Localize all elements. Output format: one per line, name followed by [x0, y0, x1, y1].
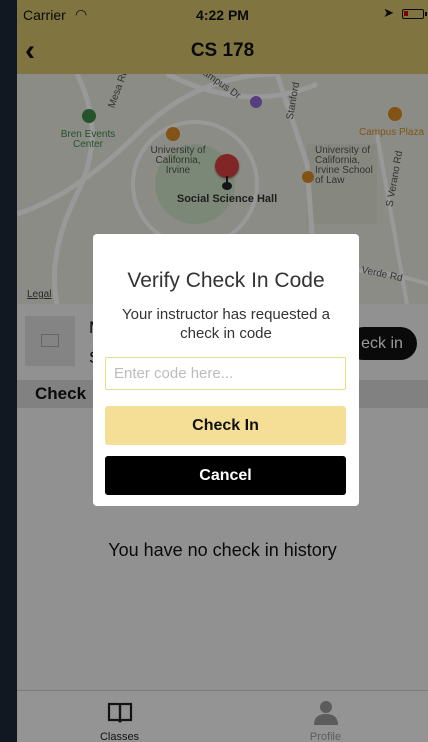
dialog-title: Verify Check In Code — [127, 269, 325, 292]
verify-code-dialog: Verify Check In Code Your instructor has… — [93, 234, 359, 506]
check-in-button[interactable]: Check In — [105, 406, 346, 445]
check-in-code-input[interactable] — [105, 357, 346, 390]
cancel-button[interactable]: Cancel — [105, 456, 346, 495]
dialog-message: Your instructor has requested a check in… — [122, 306, 330, 342]
